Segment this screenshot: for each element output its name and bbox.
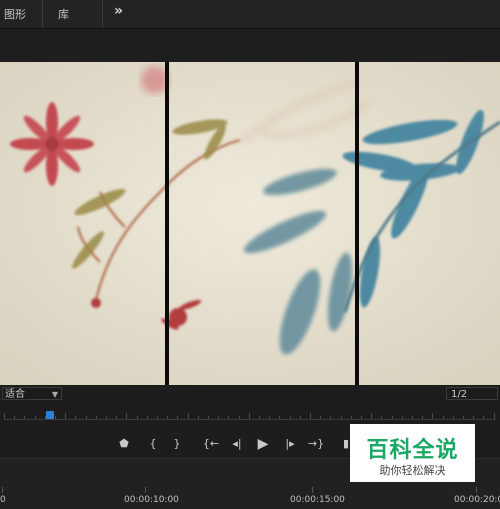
- tab-divider: [42, 0, 43, 28]
- scrubber-tick: [14, 416, 16, 419]
- scrubber-tick: [463, 416, 464, 419]
- play-button[interactable]: ▶: [253, 434, 273, 454]
- scrubber-tick: [340, 416, 342, 419]
- scrubber-tick: [452, 416, 454, 419]
- tab-graphics[interactable]: 图形: [4, 6, 26, 22]
- timecode-label: 0: [0, 495, 6, 505]
- scrubber-tick: [412, 416, 413, 419]
- scrubber-tick: [483, 416, 485, 419]
- frame-divider-2: [355, 62, 359, 385]
- scrubber-tick: [177, 416, 179, 419]
- go-to-in-button[interactable]: {←: [201, 434, 221, 454]
- step-back-button[interactable]: ◂|: [227, 434, 247, 454]
- scrubber-tick: [75, 416, 77, 419]
- scrubber-tick: [85, 416, 87, 419]
- chevron-down-icon: ▼: [51, 390, 58, 399]
- zoom-fit-select[interactable]: 适合 ▼: [2, 387, 62, 400]
- step-forward-button[interactable]: |▸: [280, 434, 300, 454]
- panel-overflow-icon[interactable]: »: [114, 3, 123, 19]
- tab-divider: [102, 0, 103, 28]
- scrubber-tick: [320, 416, 322, 419]
- scrubber-tick: [228, 416, 230, 419]
- scrubber-tick: [218, 416, 220, 419]
- monitor-header: [0, 29, 500, 63]
- scrubber-tick: [136, 416, 138, 419]
- watermark-subtitle: 助你轻松解决: [379, 464, 446, 477]
- scrubber-tick: [361, 416, 362, 419]
- tab-libraries[interactable]: 库: [58, 6, 69, 22]
- scrubber-tick: [401, 416, 403, 419]
- go-to-out-button[interactable]: →}: [306, 434, 326, 454]
- scrubber-tick: [259, 416, 260, 419]
- scrubber-tick: [422, 416, 424, 419]
- scrubber-tick: [248, 413, 250, 419]
- scrubber-tick: [95, 416, 97, 419]
- scrubber-tick: [208, 416, 209, 419]
- playback-resolution-select[interactable]: 1/2: [446, 387, 498, 400]
- timeline-tick: [312, 487, 313, 493]
- mark-out-button[interactable]: }: [167, 434, 187, 454]
- scrubber-tick: [146, 416, 148, 419]
- scrubber-tick: [187, 413, 189, 419]
- playhead-icon[interactable]: [46, 411, 54, 419]
- watermark-logo: 百科全说 助你轻松解决: [350, 424, 475, 482]
- zoom-fit-value: 适合: [5, 389, 25, 400]
- scrubber-tick: [4, 413, 5, 419]
- scrubber-tick: [432, 413, 434, 419]
- scrubber-tick: [24, 416, 26, 419]
- scrubber-tick: [157, 416, 158, 419]
- scrubber-tick: [55, 416, 56, 419]
- scrubber-tick: [238, 416, 240, 419]
- timeline-tick: [145, 487, 146, 493]
- monitor-controls: 适合 ▼ 1/2: [0, 385, 500, 403]
- scrubber-ruler: [4, 419, 496, 420]
- scrubber-tick: [371, 413, 373, 419]
- scrubber-tick: [350, 416, 352, 419]
- scrubber-tick: [391, 416, 393, 419]
- scrubber-tick: [116, 416, 118, 419]
- timeline-tick: [476, 487, 477, 493]
- mark-in-button[interactable]: {: [143, 434, 163, 454]
- scrubber-tick: [167, 416, 169, 419]
- timeline-tick: [2, 487, 3, 493]
- panel-tab-bar: 图形 库 »: [0, 0, 500, 29]
- scrubber-tick: [442, 416, 444, 419]
- add-marker-button[interactable]: ⬟: [114, 434, 134, 454]
- scrubber-tick: [310, 413, 311, 419]
- frame-divider-1: [165, 62, 169, 385]
- program-monitor-viewer[interactable]: [0, 62, 500, 385]
- scrubber-tick: [126, 413, 128, 419]
- timecode-label: 00:00:15:00: [290, 495, 345, 505]
- video-frame: [0, 62, 500, 385]
- scrubber-tick: [289, 416, 291, 419]
- playback-resolution-value: 1/2: [451, 389, 468, 400]
- scrubber-tick: [106, 416, 107, 419]
- scrubber-tick: [269, 416, 271, 419]
- scrubber-tick: [473, 416, 475, 419]
- watermark-title: 百科全说: [366, 438, 459, 463]
- scrubber-tick: [34, 416, 36, 419]
- scrubber-tick: [493, 413, 495, 419]
- timecode-label: 00:00:20:00: [454, 495, 500, 505]
- scrubber-tick: [65, 413, 67, 419]
- scrubber-tick: [299, 416, 301, 419]
- timecode-label: 00:00:10:00: [124, 495, 179, 505]
- scrubber-tick: [381, 416, 383, 419]
- scrubber-tick: [330, 416, 332, 419]
- scrubber-tick: [279, 416, 281, 419]
- scrubber-tick: [197, 416, 199, 419]
